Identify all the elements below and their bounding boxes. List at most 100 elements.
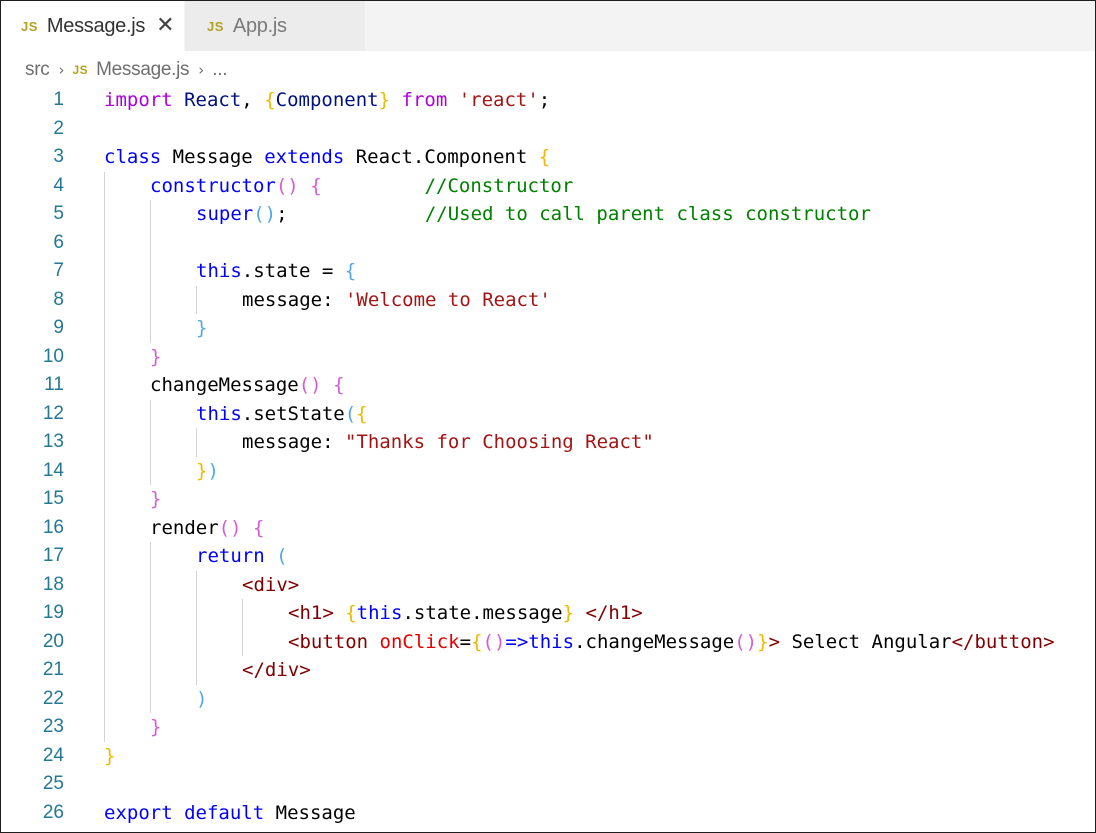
indent-guide bbox=[196, 570, 197, 685]
close-icon[interactable]: ✕ bbox=[156, 15, 174, 37]
code-text: super(); //Used to call parent class con… bbox=[196, 200, 871, 229]
indent-guide bbox=[150, 399, 151, 485]
code-line[interactable]: 23} bbox=[1, 713, 1095, 742]
code-line[interactable]: 10} bbox=[1, 343, 1095, 372]
code-line[interactable]: 26 export default Message bbox=[1, 799, 1095, 828]
code-line[interactable]: 16 render() { bbox=[1, 514, 1095, 543]
code-token: .state = bbox=[241, 260, 345, 282]
code-line[interactable]: 19 <h1> {this.state.message} </h1> bbox=[1, 599, 1095, 628]
code-token: } bbox=[150, 488, 162, 510]
code-line[interactable]: 11 changeMessage() { bbox=[1, 371, 1095, 400]
code-token: { bbox=[538, 146, 551, 168]
code-line[interactable]: 1 import React, {Component} from 'react'; bbox=[1, 86, 1095, 115]
code-line[interactable]: 18 <div> bbox=[1, 571, 1095, 600]
code-line[interactable]: 9} bbox=[1, 314, 1095, 343]
code-token: message: bbox=[242, 431, 345, 453]
code-line[interactable]: 22) bbox=[1, 685, 1095, 714]
code-token: () bbox=[253, 203, 277, 225]
code-line[interactable]: 25 bbox=[1, 770, 1095, 799]
code-line[interactable]: 20 <button onClick={()=>this.changeMessag… bbox=[1, 628, 1095, 657]
code-token: () bbox=[482, 630, 506, 653]
code-token: 'Welcome to React' bbox=[344, 288, 551, 311]
code-text: } bbox=[150, 713, 161, 742]
breadcrumb-file[interactable]: Message.js bbox=[96, 59, 189, 81]
code-line[interactable]: 13 message: "Thanks for Choosing React" bbox=[1, 428, 1095, 457]
code-line[interactable]: 7 this.state = { bbox=[1, 257, 1095, 286]
code-token: ; bbox=[538, 89, 551, 111]
tab-message-js[interactable]: JS Message.js ✕ bbox=[1, 1, 184, 51]
code-line[interactable]: 4 constructor() { //Constructor bbox=[1, 172, 1095, 201]
line-number: 16 bbox=[42, 516, 64, 538]
chevron-right-icon: › bbox=[198, 61, 205, 79]
code-text: export default Message bbox=[104, 799, 356, 828]
code-token: Component bbox=[275, 89, 379, 111]
line-number: 3 bbox=[53, 146, 64, 167]
code-token: changeMessage bbox=[150, 374, 299, 396]
line-number: 19 bbox=[42, 602, 64, 623]
code-line[interactable]: 15} bbox=[1, 485, 1095, 514]
code-line[interactable]: 12 this.setState({ bbox=[1, 400, 1095, 429]
code-text: changeMessage() { bbox=[150, 371, 345, 400]
code-text: ) bbox=[196, 685, 207, 714]
code-line[interactable]: 6 bbox=[1, 229, 1095, 258]
line-number: 22 bbox=[42, 687, 64, 709]
code-line[interactable]: 8 message: 'Welcome to React' bbox=[1, 286, 1095, 315]
code-token: { bbox=[356, 402, 368, 425]
line-number: 6 bbox=[53, 231, 64, 253]
code-token: Message bbox=[172, 146, 253, 168]
code-token: default bbox=[184, 801, 265, 824]
code-line[interactable]: 14}) bbox=[1, 457, 1095, 486]
line-number: 4 bbox=[53, 174, 64, 196]
code-token: () bbox=[218, 516, 242, 539]
code-line[interactable]: 21 </div> bbox=[1, 656, 1095, 685]
line-number: 5 bbox=[53, 203, 64, 224]
code-text: constructor() { //Constructor bbox=[150, 172, 573, 201]
code-token: import bbox=[104, 89, 173, 111]
code-token: this bbox=[356, 602, 403, 624]
breadcrumb-more[interactable]: ... bbox=[212, 59, 227, 81]
line-number: 2 bbox=[53, 117, 64, 139]
breadcrumb-folder[interactable]: src bbox=[25, 59, 50, 81]
code-token: } bbox=[562, 602, 575, 624]
editor-window: JS Message.js ✕ JS App.js src › JS Messa… bbox=[0, 0, 1096, 833]
code-token: from bbox=[401, 89, 448, 111]
code-token: .setState bbox=[241, 402, 345, 425]
code-token: { bbox=[310, 174, 322, 197]
code-line[interactable]: 24} bbox=[1, 742, 1095, 771]
code-token: <button bbox=[288, 630, 369, 653]
line-number: 23 bbox=[42, 716, 64, 737]
js-file-icon: JS bbox=[21, 18, 38, 34]
line-number: 25 bbox=[42, 773, 64, 794]
js-file-icon: JS bbox=[72, 63, 89, 77]
line-number: 21 bbox=[42, 659, 64, 680]
code-line[interactable]: 3 class Message extends React.Component { bbox=[1, 143, 1095, 172]
line-number: 20 bbox=[42, 630, 64, 652]
code-token: message: bbox=[242, 288, 345, 311]
tab-label: Message.js bbox=[46, 14, 146, 37]
code-token: this bbox=[528, 630, 575, 653]
code-token: { bbox=[264, 89, 276, 111]
code-text: <div> bbox=[242, 571, 299, 600]
code-line[interactable]: 5 super(); //Used to call parent class co… bbox=[1, 200, 1095, 229]
tab-app-js[interactable]: JS App.js bbox=[185, 1, 365, 51]
indent-guide bbox=[196, 285, 197, 314]
line-number: 18 bbox=[42, 573, 64, 595]
code-text: import React, {Component} from 'react'; bbox=[104, 86, 550, 115]
code-line[interactable]: 2 bbox=[1, 115, 1095, 144]
line-number: 7 bbox=[53, 260, 64, 281]
line-number: 26 bbox=[42, 801, 64, 823]
code-line[interactable]: 17 return ( bbox=[1, 542, 1095, 571]
code-token: > bbox=[768, 630, 781, 653]
code-token: { bbox=[333, 374, 345, 396]
code-editor[interactable]: 1 import React, {Component} from 'react';… bbox=[1, 86, 1095, 832]
tab-bar: JS Message.js ✕ JS App.js bbox=[1, 1, 1095, 51]
